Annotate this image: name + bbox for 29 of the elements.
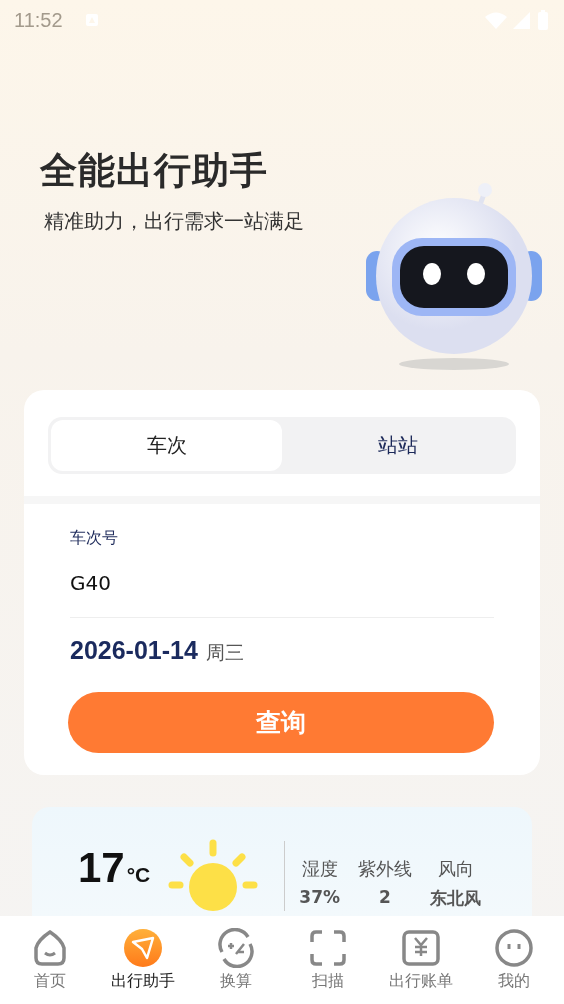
status-time: 11:52: [14, 8, 63, 32]
weather-stat-label: 湿度: [301, 857, 338, 881]
weekday-label: 周三: [205, 640, 244, 665]
segment-tab[interactable]: 车次: [51, 420, 282, 471]
hero-title: 全能出行助手: [40, 148, 269, 194]
nav-tab[interactable]: 出行账单: [375, 916, 466, 1004]
date-value[interactable]: 2026-01-14: [70, 636, 198, 665]
nav-tab[interactable]: 我的: [468, 916, 559, 1004]
nav-tab[interactable]: 扫描: [283, 916, 374, 1004]
field-label: 车次号: [70, 528, 119, 549]
weather-stat-label: 风向: [437, 857, 474, 881]
convert-icon: [215, 928, 256, 968]
paper-plane-icon: [123, 928, 163, 968]
weather-stat-value: 东北风: [430, 887, 481, 910]
query-button[interactable]: 查询: [68, 692, 494, 753]
nav-tab[interactable]: 出行助手: [98, 916, 188, 1004]
yen-receipt-icon: [400, 928, 441, 968]
temperature-unit: °C: [126, 863, 151, 887]
nav-tab[interactable]: 首页: [5, 916, 96, 1004]
temperature: 17: [78, 847, 125, 889]
train-number-field[interactable]: G40: [70, 549, 494, 618]
weather-stat-value: 37%: [299, 887, 340, 907]
nav-tab[interactable]: 换算: [190, 916, 281, 1004]
weather-stat-value: 2: [379, 887, 391, 907]
weather-stat-label: 紫外线: [358, 857, 412, 881]
segment-tab[interactable]: 站站: [282, 420, 513, 471]
face-icon: [493, 928, 534, 968]
hero-subtitle: 精准助力，出行需求一站满足: [44, 208, 305, 235]
scan-icon: [308, 928, 349, 968]
